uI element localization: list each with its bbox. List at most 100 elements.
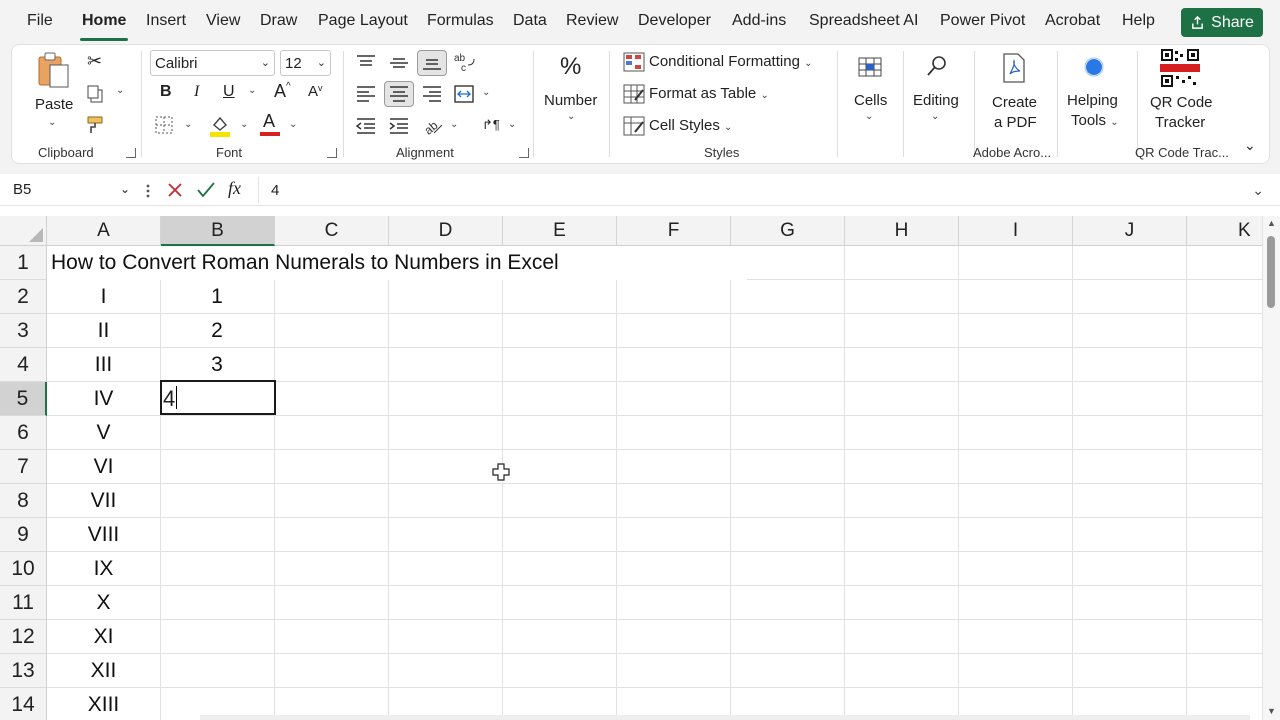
qr-tracker-line1[interactable]: QR Code: [1150, 94, 1213, 111]
bold-button[interactable]: B: [160, 83, 172, 101]
expand-formula-bar-icon[interactable]: ⌄: [1252, 182, 1264, 199]
horizontal-scrollbar[interactable]: [200, 715, 1250, 720]
column-header-i[interactable]: I: [959, 216, 1073, 246]
row-header-14[interactable]: 14: [0, 688, 47, 720]
conditional-formatting-icon[interactable]: [623, 52, 645, 72]
fill-color-dropdown-icon[interactable]: ⌄: [240, 119, 248, 130]
column-header-k[interactable]: K: [1187, 216, 1262, 246]
cell-a6[interactable]: V: [47, 416, 160, 450]
row-header-5[interactable]: 5: [0, 382, 47, 416]
format-as-table-button[interactable]: Format as Table ⌄: [649, 85, 769, 102]
italic-button[interactable]: I: [194, 83, 199, 101]
alignment-launcher-icon[interactable]: [519, 148, 529, 158]
copy-dropdown-icon[interactable]: ⌄: [116, 85, 124, 96]
row-header-9[interactable]: 9: [0, 518, 47, 552]
helping-tools-icon[interactable]: [1084, 57, 1104, 77]
create-pdf-line2[interactable]: a PDF: [994, 114, 1037, 131]
paste-dropdown-icon[interactable]: ⌄: [48, 117, 56, 128]
align-right-icon[interactable]: [422, 85, 442, 103]
decrease-indent-icon[interactable]: [356, 117, 376, 135]
underline-button[interactable]: U: [223, 83, 235, 101]
cell-b2[interactable]: 1: [160, 280, 274, 314]
font-color-dropdown-icon[interactable]: ⌄: [289, 119, 297, 130]
cell-a13[interactable]: XII: [47, 654, 160, 688]
font-name-dropdown[interactable]: Calibri ⌄: [150, 50, 275, 76]
cell-b4[interactable]: 3: [160, 348, 274, 382]
search-icon[interactable]: [926, 55, 948, 77]
cells-button[interactable]: Cells: [854, 92, 887, 109]
row-header-12[interactable]: 12: [0, 620, 47, 654]
copy-icon[interactable]: [86, 85, 104, 103]
text-orientation-icon[interactable]: ab: [422, 115, 444, 137]
row-header-10[interactable]: 10: [0, 552, 47, 586]
row-header-13[interactable]: 13: [0, 654, 47, 688]
menu-acrobat[interactable]: Acrobat: [1045, 12, 1100, 30]
middle-align-icon[interactable]: [389, 54, 409, 72]
cell-b3[interactable]: 2: [160, 314, 274, 348]
row-header-8[interactable]: 8: [0, 484, 47, 518]
menu-page-layout[interactable]: Page Layout: [318, 12, 408, 30]
row-header-6[interactable]: 6: [0, 416, 47, 450]
column-header-b[interactable]: B: [161, 216, 275, 246]
percent-icon[interactable]: %: [560, 53, 581, 81]
column-header-h[interactable]: H: [845, 216, 959, 246]
menu-formulas[interactable]: Formulas: [427, 12, 494, 30]
select-all-button[interactable]: [0, 216, 47, 246]
column-header-e[interactable]: E: [503, 216, 617, 246]
merge-center-icon[interactable]: [454, 84, 476, 104]
active-cell-b5[interactable]: 4: [160, 380, 276, 415]
cell-a2[interactable]: I: [47, 280, 160, 314]
row-header-4[interactable]: 4: [0, 348, 47, 382]
increase-indent-icon[interactable]: [389, 117, 409, 135]
cell-a10[interactable]: IX: [47, 552, 160, 586]
font-size-dropdown[interactable]: 12 ⌄: [280, 50, 331, 76]
shrink-font-button[interactable]: Av: [308, 83, 323, 100]
menu-power-pivot[interactable]: Power Pivot: [940, 12, 1025, 30]
orientation-wrap-icon[interactable]: abc: [454, 51, 476, 73]
number-format-button[interactable]: Number: [544, 92, 597, 109]
cells-icon[interactable]: [858, 55, 882, 77]
cell-a5[interactable]: IV: [47, 382, 160, 416]
row-header-1[interactable]: 1: [0, 246, 47, 280]
format-as-table-icon[interactable]: [623, 84, 645, 104]
cell-a7[interactable]: VI: [47, 450, 160, 484]
pdf-icon[interactable]: [1001, 53, 1027, 83]
helping-tools-line2[interactable]: Tools ⌄: [1071, 112, 1119, 129]
cell-a8[interactable]: VII: [47, 484, 160, 518]
top-align-icon[interactable]: [356, 54, 376, 72]
scrollbar-thumb[interactable]: [1267, 236, 1275, 308]
orientation-dropdown-icon[interactable]: ⌄: [450, 119, 458, 130]
cell-a1-title[interactable]: How to Convert Roman Numerals to Numbers…: [47, 246, 747, 280]
paste-icon[interactable]: [36, 51, 70, 91]
name-box[interactable]: B5 ⌄: [8, 177, 136, 203]
borders-icon[interactable]: [154, 115, 174, 135]
borders-dropdown-icon[interactable]: ⌄: [184, 119, 192, 130]
column-header-c[interactable]: C: [275, 216, 389, 246]
text-direction-icon[interactable]: ↱¶: [482, 117, 500, 133]
menu-file[interactable]: File: [27, 12, 53, 30]
scroll-up-icon[interactable]: ▲: [1267, 218, 1276, 228]
row-header-3[interactable]: 3: [0, 314, 47, 348]
cell-a11[interactable]: X: [47, 586, 160, 620]
align-left-icon[interactable]: [356, 85, 376, 103]
share-button[interactable]: Share: [1181, 8, 1263, 37]
conditional-formatting-button[interactable]: Conditional Formatting ⌄: [649, 53, 812, 70]
cut-icon[interactable]: ✂: [87, 51, 102, 72]
grow-font-button[interactable]: A^: [274, 81, 291, 102]
cell-styles-button[interactable]: Cell Styles ⌄: [649, 117, 732, 134]
column-header-a[interactable]: A: [47, 216, 161, 246]
editing-button[interactable]: Editing: [913, 92, 959, 109]
menu-data[interactable]: Data: [513, 12, 547, 30]
menu-draw[interactable]: Draw: [260, 12, 297, 30]
cancel-icon[interactable]: [167, 182, 183, 198]
row-header-11[interactable]: 11: [0, 586, 47, 620]
format-painter-icon[interactable]: [86, 115, 108, 135]
ribbon-collapse-chevron-icon[interactable]: ⌄: [1244, 137, 1256, 154]
text-direction-dropdown-icon[interactable]: ⌄: [508, 119, 516, 130]
qr-tracker-line2[interactable]: Tracker: [1155, 114, 1205, 131]
qr-code-icon[interactable]: [1160, 48, 1200, 88]
cell-a12[interactable]: XI: [47, 620, 160, 654]
cell-area[interactable]: How to Convert Roman Numerals to Numbers…: [47, 246, 1262, 720]
cell-styles-icon[interactable]: [623, 116, 645, 136]
helping-tools-line1[interactable]: Helping: [1067, 92, 1118, 109]
